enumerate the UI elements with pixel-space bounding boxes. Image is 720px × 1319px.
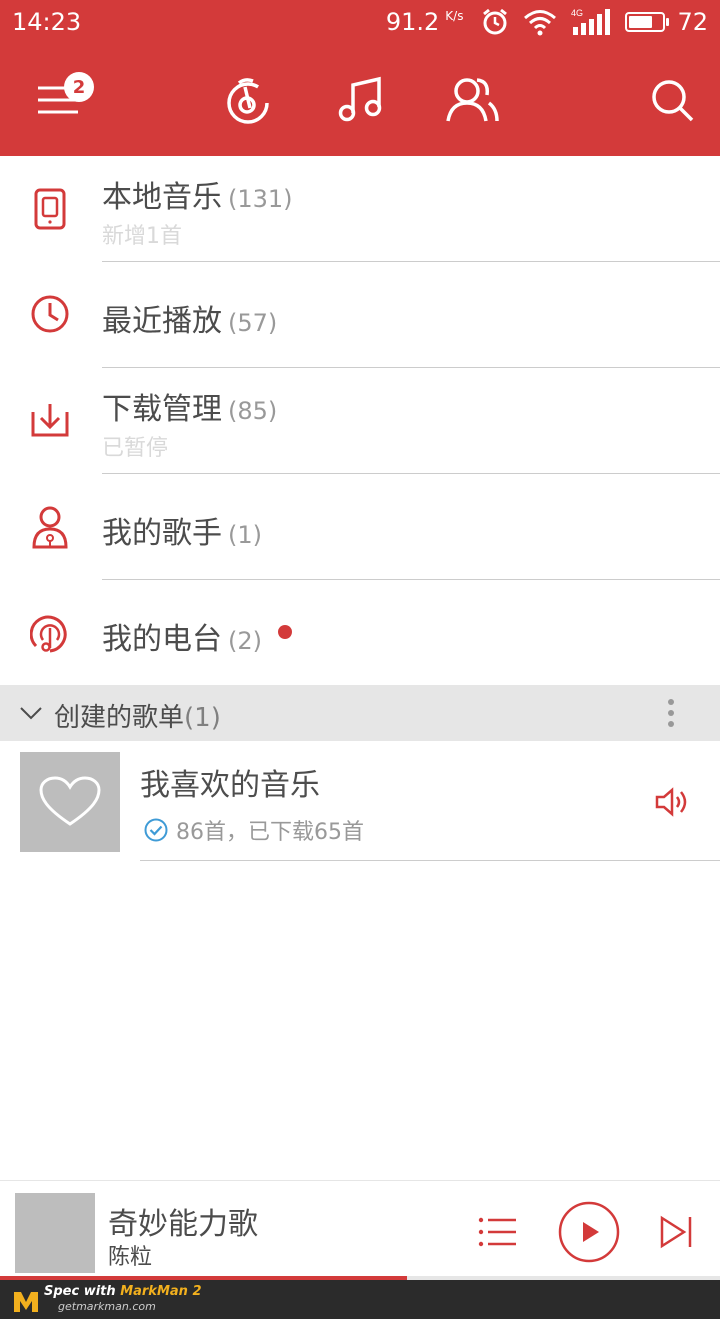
skip-next-icon (660, 1215, 692, 1249)
playlist-button[interactable] (474, 1201, 522, 1263)
downloaded-check-icon (144, 818, 168, 842)
signal-4g-icon: 4G (571, 8, 611, 35)
footer-title: Spec with MarkMan 2 (44, 1284, 202, 1299)
row-title: 本地音乐 (131) (102, 180, 293, 215)
download-icon (29, 402, 71, 438)
singer-icon (31, 505, 69, 549)
clock-icon (30, 294, 70, 334)
list-item-downloads[interactable]: 下载管理 (85) 已暂停 (0, 368, 720, 473)
row-count: (57) (228, 309, 278, 337)
artist-name: 陈粒 (108, 1245, 153, 1270)
divider (140, 860, 720, 861)
playlist-icon (478, 1217, 516, 1247)
radio-icon (30, 614, 70, 654)
row-title: 我的电台 (2) (102, 622, 262, 657)
play-button[interactable] (558, 1201, 620, 1263)
row-count: (85) (228, 397, 278, 425)
row-subtitle: 已暂停 (102, 436, 169, 461)
notification-badge: 2 (64, 72, 94, 102)
playlist-title: 我喜欢的音乐 (140, 768, 320, 803)
net-speed: 91.2 (385, 8, 440, 36)
search-icon (652, 80, 694, 122)
row-subtitle: 新增1首 (102, 224, 182, 249)
now-playing-speaker-icon[interactable] (654, 786, 688, 818)
music-note-icon (338, 76, 382, 122)
markman-logo-icon (14, 1292, 38, 1312)
album-thumbnail (15, 1193, 95, 1273)
playlist-subtitle: 86首，已下载65首 (144, 814, 364, 846)
list-item-artists[interactable]: 我的歌手 (1) (0, 474, 720, 579)
friends-icon (446, 78, 499, 122)
chevron-down-icon (20, 707, 42, 720)
row-count: (1) (228, 521, 262, 549)
tab-music[interactable] (220, 72, 276, 128)
row-title: 我的歌手 (1) (102, 516, 262, 551)
status-indicators: 91.2 K/s 4G 72 (386, 6, 708, 38)
list-item-recent[interactable]: 最近播放 (57) (0, 262, 720, 367)
list-item-radio[interactable]: 我的电台 (2) (0, 580, 720, 685)
phone-icon (33, 188, 67, 230)
song-title: 奇妙能力歌 (108, 1207, 258, 1242)
mini-player[interactable]: 奇妙能力歌 陈粒 (0, 1180, 720, 1280)
tab-my-music[interactable] (332, 72, 388, 128)
footer-url: getmarkman.com (58, 1300, 156, 1313)
markman-footer: Spec with MarkMan 2 getmarkman.com (0, 1280, 720, 1319)
status-time: 14:23 (12, 8, 82, 36)
section-title: 创建的歌单(1) (54, 703, 221, 733)
battery-level (629, 16, 653, 28)
row-count: (131) (228, 185, 293, 213)
battery-icon (625, 12, 670, 32)
top-bar: 14:23 91.2 K/s 4G 72 2 (0, 0, 720, 156)
netease-music-icon (227, 78, 269, 124)
section-count: (1) (184, 703, 221, 733)
created-playlists-header[interactable]: 创建的歌单(1) (0, 685, 720, 741)
search-button[interactable] (644, 72, 700, 128)
net-speed-unit: K/s (445, 9, 464, 23)
row-title: 下载管理 (85) (102, 392, 278, 427)
new-indicator-dot (278, 625, 292, 639)
row-title: 最近播放 (57) (102, 304, 278, 339)
list-item-local-music[interactable]: 本地音乐 (131) 新增1首 (0, 156, 720, 262)
heart-icon (39, 776, 101, 826)
row-count: (2) (228, 627, 262, 655)
more-options-icon[interactable] (668, 699, 674, 727)
svg-text:4G: 4G (571, 8, 583, 18)
battery-percent: 72 (677, 8, 708, 36)
alarm-icon (483, 8, 508, 35)
wifi-icon (524, 10, 557, 36)
playlist-cover (20, 752, 120, 852)
tab-friends[interactable] (444, 72, 500, 128)
next-button[interactable] (656, 1201, 696, 1263)
play-icon (558, 1201, 620, 1263)
